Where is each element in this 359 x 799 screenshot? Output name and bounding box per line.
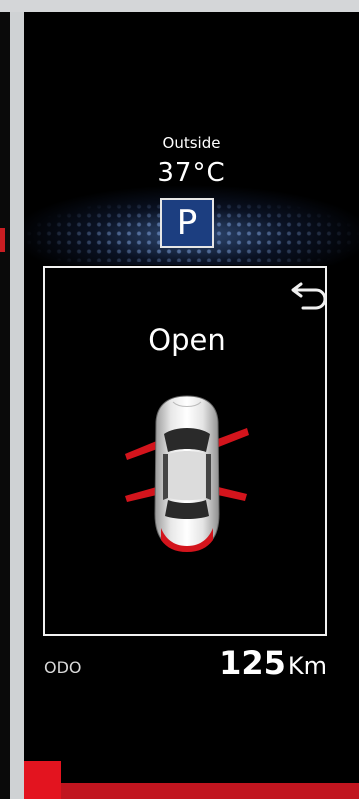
outside-temp-label: Outside	[162, 134, 221, 152]
return-arrow-icon[interactable]	[289, 278, 329, 312]
open-door-front-right	[215, 428, 249, 448]
instrument-display: Outside 37°C P Open ODO 125Km	[24, 12, 359, 799]
odometer-unit: Km	[287, 652, 327, 680]
top-bezel	[0, 0, 359, 12]
odometer-reading: 125Km	[219, 644, 327, 682]
gear-indicator: P	[160, 198, 214, 248]
door-status-panel: Open	[43, 266, 327, 636]
bottom-red-block	[24, 761, 61, 799]
open-door-front-left	[125, 440, 160, 460]
left-red-accent	[0, 228, 5, 252]
odometer-label: ODO	[44, 658, 82, 677]
bottom-red-strip	[24, 783, 359, 799]
left-bezel	[0, 0, 10, 799]
car-top-view-icon	[125, 395, 249, 552]
door-status-title: Open	[148, 323, 226, 357]
outside-temp-value: 37°C	[157, 158, 226, 188]
odometer-value: 125	[219, 644, 286, 682]
